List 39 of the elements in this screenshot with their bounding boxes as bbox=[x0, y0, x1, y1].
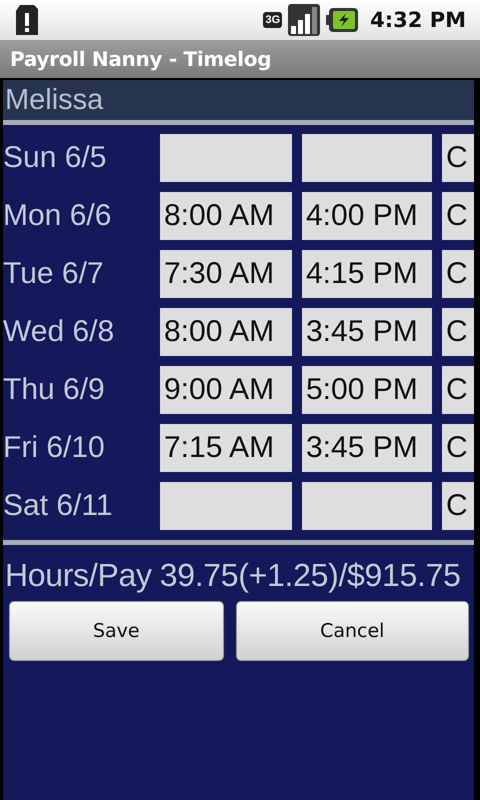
clear-button[interactable]: C bbox=[442, 366, 474, 414]
time-out-field[interactable]: 3:45 PM bbox=[302, 424, 432, 472]
clear-button[interactable]: C bbox=[442, 308, 474, 356]
time-in-field[interactable]: 8:00 AM bbox=[160, 308, 292, 356]
employee-name: Melissa bbox=[5, 84, 104, 116]
signal-icon bbox=[288, 4, 320, 36]
time-out-field[interactable]: 5:00 PM bbox=[302, 366, 432, 414]
time-out-field[interactable]: 4:15 PM bbox=[302, 250, 432, 298]
day-label: Fri 6/10 bbox=[3, 431, 106, 465]
summary-label: Hours/Pay bbox=[5, 556, 152, 594]
cancel-button[interactable]: Cancel bbox=[236, 601, 469, 661]
network-type-icon: 3G bbox=[263, 12, 282, 28]
time-out-field[interactable] bbox=[302, 134, 432, 182]
time-out-field[interactable]: 3:45 PM bbox=[302, 308, 432, 356]
clear-button[interactable]: C bbox=[442, 250, 474, 298]
clear-button[interactable]: C bbox=[442, 482, 474, 530]
summary-value: 39.75(+1.25)/$915.75 bbox=[160, 556, 461, 594]
day-label: Sun 6/5 bbox=[3, 141, 108, 175]
day-label: Tue 6/7 bbox=[3, 257, 105, 291]
save-button[interactable]: Save bbox=[9, 601, 224, 661]
clear-button[interactable]: C bbox=[442, 134, 474, 182]
time-in-field[interactable] bbox=[160, 482, 292, 530]
time-in-field[interactable] bbox=[160, 134, 292, 182]
clear-button[interactable]: C bbox=[442, 192, 474, 240]
time-in-field[interactable]: 9:00 AM bbox=[160, 366, 292, 414]
time-in-field[interactable]: 8:00 AM bbox=[160, 192, 292, 240]
sd-card-warning-icon bbox=[16, 5, 38, 35]
day-label: Mon 6/6 bbox=[3, 199, 112, 233]
app-title: Payroll Nanny - Timelog bbox=[10, 47, 272, 71]
clear-button[interactable]: C bbox=[442, 424, 474, 472]
time-out-field[interactable]: 4:00 PM bbox=[302, 192, 432, 240]
time-out-field[interactable] bbox=[302, 482, 432, 530]
time-in-field[interactable]: 7:30 AM bbox=[160, 250, 292, 298]
battery-charging-icon bbox=[326, 8, 358, 32]
day-label: Sat 6/11 bbox=[3, 489, 114, 523]
clock: 4:32 PM bbox=[370, 8, 466, 32]
time-in-field[interactable]: 7:15 AM bbox=[160, 424, 292, 472]
day-label: Thu 6/9 bbox=[3, 373, 106, 407]
day-label: Wed 6/8 bbox=[3, 315, 116, 349]
